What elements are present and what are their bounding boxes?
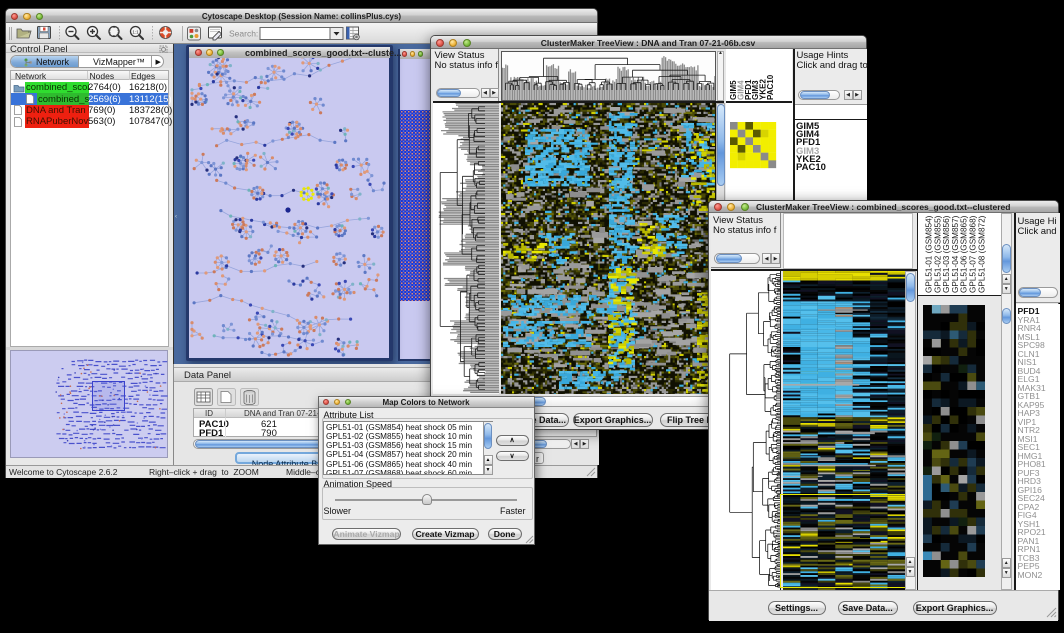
svg-text:GPL51-03 (GSM856): GPL51-03 (GSM856)	[942, 215, 951, 293]
svg-text:PAC10: PAC10	[766, 74, 775, 100]
svg-text:GPL51-07 (GSM868): GPL51-07 (GSM868)	[969, 215, 978, 293]
svg-text:Search:: Search:	[229, 29, 258, 39]
svg-text:1:1: 1:1	[132, 30, 139, 35]
svg-text:GPL51-01 (GSM854): GPL51-01 (GSM854)	[925, 215, 934, 293]
svg-text:GPL51-02 (GSM855): GPL51-02 (GSM855)	[933, 215, 942, 293]
svg-text:GPL51-04 (GSM857): GPL51-04 (GSM857)	[951, 215, 960, 293]
svg-text:GPL51-06 (GSM865): GPL51-06 (GSM865)	[960, 215, 969, 293]
svg-text:GPL51-08 (GSM872): GPL51-08 (GSM872)	[977, 215, 986, 293]
